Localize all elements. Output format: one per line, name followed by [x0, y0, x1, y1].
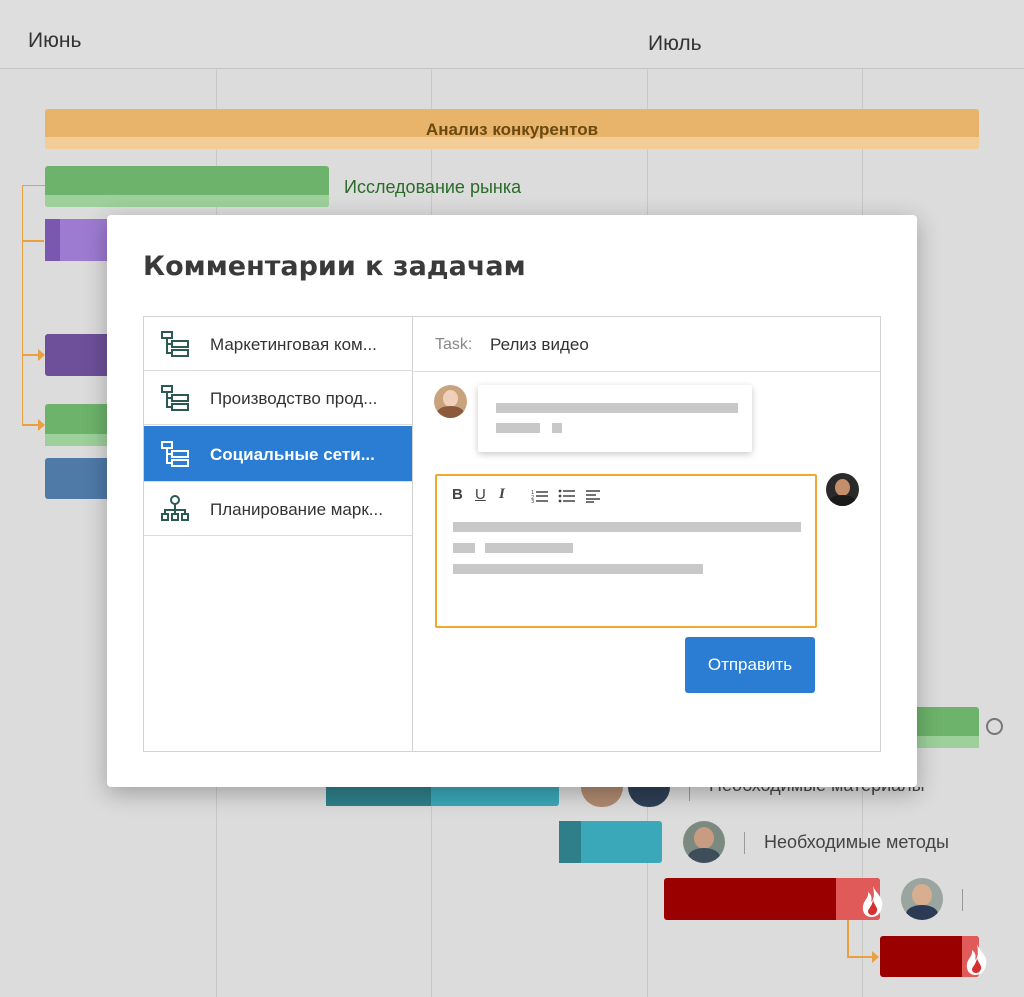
avatar-face [912, 884, 932, 906]
bar-bevel [45, 195, 329, 207]
avatar[interactable] [901, 878, 943, 920]
task-label: Анализ конкурентов [425, 120, 599, 139]
comment-bubble [478, 385, 752, 452]
arrow-icon [872, 951, 879, 963]
svg-text:3: 3 [531, 499, 534, 503]
send-button[interactable]: Отправить [685, 637, 815, 693]
avatar-face [443, 390, 458, 407]
dependency-line [847, 956, 873, 958]
comment-text-placeholder [496, 403, 738, 413]
task-comments-dialog: Комментарии к задачам Маркетинговая ком.… [107, 215, 917, 787]
avatar-face [835, 479, 850, 496]
italic-button[interactable]: I [499, 486, 505, 503]
hierarchy-list-icon [161, 441, 189, 467]
task-bar-materials[interactable] [326, 785, 559, 806]
task-bar-green[interactable] [45, 404, 115, 446]
bar-progress [326, 785, 431, 806]
avatar-body [437, 406, 464, 418]
comments-panel: Маркетинговая ком... Производство прод..… [143, 316, 881, 752]
task-prefix: Task: [435, 336, 473, 353]
avatar-body [688, 848, 720, 863]
align-left-icon[interactable] [585, 489, 601, 503]
separator [962, 889, 963, 911]
task-bar-purple[interactable] [45, 219, 115, 261]
fire-icon [862, 886, 883, 917]
task-bar-methods[interactable] [559, 821, 662, 863]
milestone-circle-icon[interactable] [986, 718, 1003, 735]
task-header: Task: Релиз видео [413, 317, 880, 372]
project-label: Маркетинговая ком... [210, 335, 377, 354]
hierarchy-list-icon [161, 331, 189, 357]
project-label: Социальные сети... [210, 445, 375, 464]
task-bar-blue[interactable] [45, 458, 115, 499]
editor-text-placeholder [453, 543, 475, 553]
task-name: Релиз видео [490, 335, 589, 354]
bar-bevel [45, 434, 115, 446]
underline-button[interactable]: U [475, 486, 486, 503]
avatar-body [906, 905, 938, 920]
separator [689, 787, 690, 801]
avatar[interactable] [683, 821, 725, 863]
comment-text-placeholder [496, 423, 540, 433]
task-bar-critical-2[interactable] [880, 936, 987, 977]
fire-icon [966, 944, 987, 975]
project-list: Маркетинговая ком... Производство прод..… [144, 317, 413, 751]
bold-button[interactable]: B [452, 486, 463, 503]
editor-text-placeholder [485, 543, 573, 553]
task-bar-competitor-analysis[interactable]: Анализ конкурентов [45, 109, 979, 149]
hierarchy-list-icon [161, 385, 189, 411]
task-bar-purple-dark[interactable] [45, 334, 115, 376]
project-label: Производство прод... [210, 389, 378, 408]
editor-text-placeholder [453, 564, 703, 574]
dependency-line [22, 240, 44, 242]
project-item-marketing[interactable]: Маркетинговая ком... [144, 317, 412, 371]
avatar[interactable] [628, 787, 670, 807]
bar-progress [559, 821, 581, 863]
dependency-line [22, 185, 45, 426]
month-label-june: Июнь [28, 29, 82, 52]
editor-text-placeholder [453, 522, 801, 532]
avatar-body [829, 495, 856, 506]
separator [744, 832, 745, 854]
dependency-line [847, 920, 849, 956]
task-label-market-research: Исследование рынка [344, 177, 522, 197]
bullet-list-icon[interactable] [558, 489, 576, 503]
avatar[interactable] [434, 385, 467, 418]
avatar[interactable] [581, 787, 623, 807]
task-bar-market-research[interactable] [45, 166, 329, 207]
numbered-list-icon[interactable]: 1 2 3 [531, 489, 549, 503]
arrow-icon [38, 349, 45, 361]
avatar-face [694, 827, 714, 849]
project-item-social[interactable]: Социальные сети... [144, 426, 412, 482]
comment-editor[interactable]: B U I 1 2 3 [435, 474, 817, 628]
dialog-title: Комментарии к задачам [143, 251, 526, 282]
comment-text-placeholder [552, 423, 562, 433]
org-chart-icon [161, 495, 189, 521]
task-label-methods: Необходимые методы [764, 832, 949, 852]
month-label-july: Июль [648, 32, 702, 55]
task-bar-critical[interactable] [664, 878, 883, 920]
bar-progress [45, 219, 60, 261]
project-label: Планирование марк... [210, 500, 383, 519]
avatar[interactable] [826, 473, 859, 506]
project-item-planning[interactable]: Планирование марк... [144, 482, 412, 536]
project-item-production[interactable]: Производство прод... [144, 371, 412, 425]
timeline-header [0, 0, 1024, 69]
arrow-icon [38, 419, 45, 431]
